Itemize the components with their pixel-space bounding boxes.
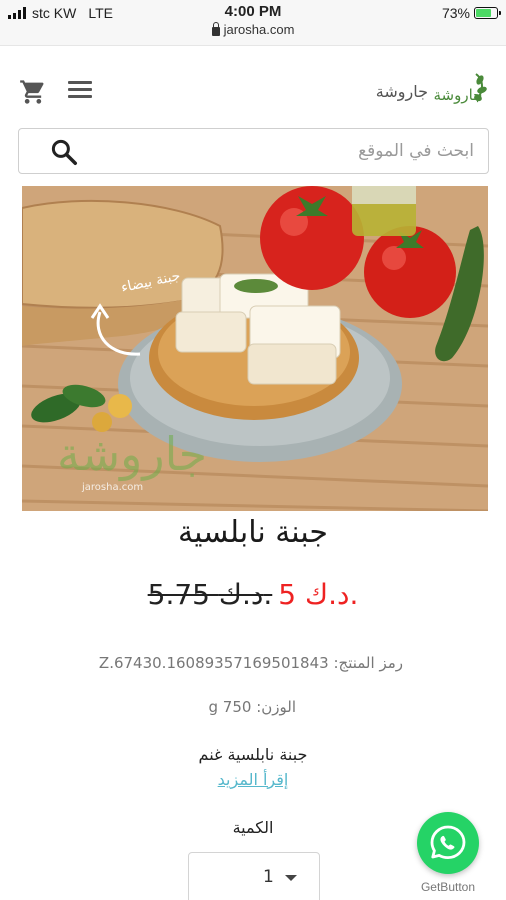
status-time: 4:00 PM — [224, 3, 282, 20]
site-header: جاروشة جاروشة — [0, 56, 506, 128]
url-text: jarosha.com — [223, 22, 295, 37]
image-watermark-url: jarosha.com — [81, 482, 143, 493]
battery-icon — [474, 7, 501, 19]
search-bar — [18, 128, 489, 174]
quantity-value: 1 — [263, 867, 274, 887]
logo-text: جاروشة — [434, 86, 483, 104]
product-photo: جبنة بيضاء جاروشة jarosha.com — [22, 186, 488, 511]
address-bar[interactable]: jarosha.com — [211, 21, 295, 37]
new-price: 5 د.ك. — [278, 578, 359, 611]
search-input[interactable] — [94, 129, 474, 173]
hamburger-menu-icon[interactable] — [68, 81, 92, 101]
product-weight: الوزن: 750 g — [208, 698, 296, 716]
cart-icon[interactable] — [18, 78, 48, 106]
whatsapp-button[interactable] — [417, 812, 479, 874]
product-image[interactable]: جبنة بيضاء جاروشة jarosha.com — [22, 186, 488, 511]
brand-name[interactable]: جاروشة — [376, 82, 428, 101]
lock-icon — [211, 21, 220, 36]
whatsapp-icon — [430, 825, 466, 859]
product-description: جبنة نابلسية غنم — [198, 745, 308, 764]
search-icon[interactable] — [49, 137, 79, 167]
price-row: 5.75 د.ك. 5 د.ك. — [0, 578, 506, 611]
getbutton-label[interactable]: GetButton — [404, 880, 492, 894]
image-watermark: جاروشة — [57, 427, 207, 482]
logo[interactable]: جاروشة — [432, 70, 488, 114]
read-more-link[interactable]: إقرأ المزيد — [0, 770, 506, 789]
battery-fill — [476, 9, 491, 17]
product-title: جبنة نابلسية — [178, 515, 328, 550]
old-price: 5.75 د.ك. — [147, 578, 273, 611]
quantity-select[interactable]: 1 — [188, 852, 320, 900]
status-right: 73% — [441, 5, 501, 21]
battery-percent: 73% — [441, 5, 470, 21]
status-bar: stc KW LTE 4:00 PM jarosha.com 73% — [0, 0, 506, 46]
chevron-down-icon — [285, 875, 297, 881]
product-sku: رمز المنتج: Z.67430.16089357169501843 — [98, 654, 403, 672]
status-center: 4:00 PM jarosha.com — [0, 3, 506, 41]
